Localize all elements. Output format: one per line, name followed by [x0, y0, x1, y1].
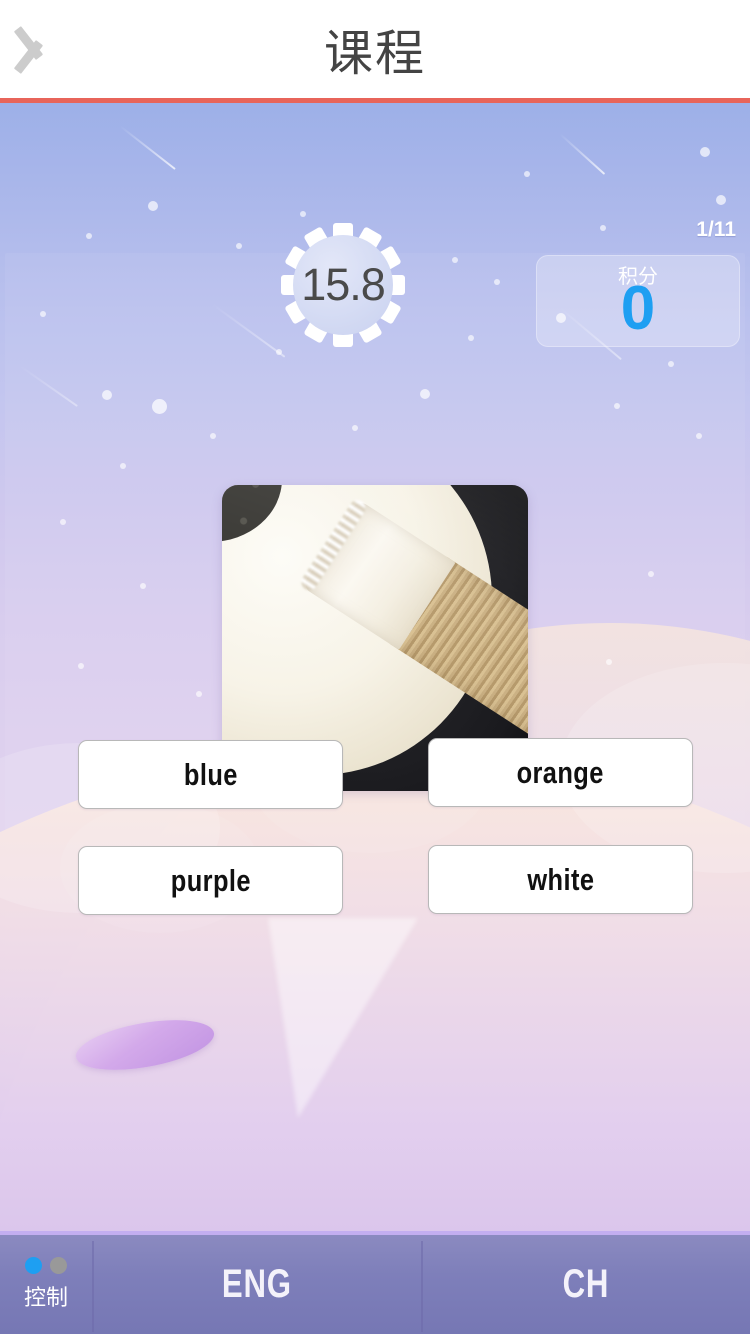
status-dot-active: [25, 1257, 42, 1274]
status-dot-inactive: [50, 1257, 67, 1274]
tab-eng[interactable]: ENG: [92, 1235, 421, 1334]
answer-label: blue: [183, 756, 238, 792]
answer-label: white: [526, 861, 595, 897]
answer-button-white[interactable]: white: [428, 845, 693, 914]
app-header: 课程: [0, 0, 750, 98]
tab-ch[interactable]: CH: [421, 1235, 750, 1334]
page-title: 课程: [323, 24, 426, 82]
answer-label: purple: [170, 862, 251, 898]
connection-status-dots: [25, 1257, 67, 1274]
control-label: 控制: [23, 1286, 68, 1311]
toolbar-divider: [421, 1241, 423, 1332]
answer-button-purple[interactable]: purple: [78, 846, 343, 915]
game-scene: 15.8 1/11 积分 0 blue orange purple white: [0, 103, 750, 1231]
answer-options: blue orange purple white: [0, 103, 750, 1231]
bottom-toolbar: 控制 ENG CH: [0, 1231, 750, 1334]
tab-eng-label: ENG: [221, 1262, 292, 1306]
toolbar-divider: [92, 1241, 94, 1332]
quiz-screen: 课程 15.8 1/11 积分 0 blue orange purple whi…: [0, 0, 750, 1334]
answer-label: orange: [516, 754, 605, 790]
answer-button-orange[interactable]: orange: [428, 738, 693, 807]
answer-button-blue[interactable]: blue: [78, 740, 343, 809]
tab-ch-label: CH: [562, 1262, 609, 1306]
control-button[interactable]: 控制: [0, 1235, 92, 1334]
